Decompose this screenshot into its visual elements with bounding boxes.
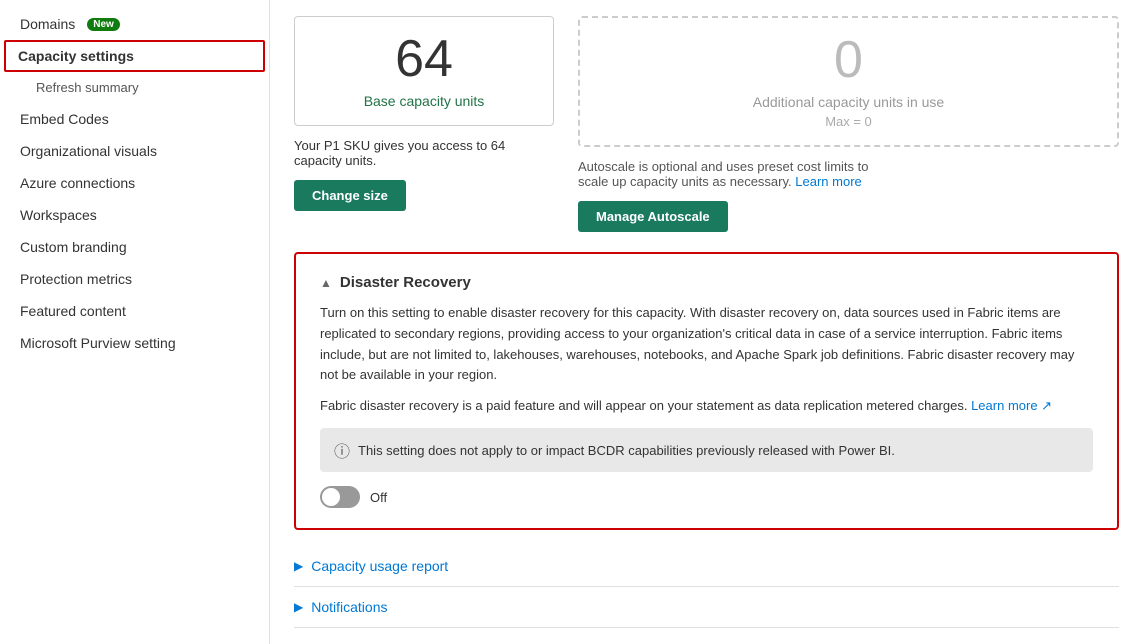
new-badge: New	[87, 18, 120, 31]
collapsible-2-label: Notifications	[311, 599, 387, 615]
sidebar-item-protection-metrics[interactable]: Protection metrics	[0, 263, 269, 295]
sidebar-item-label: Custom branding	[20, 239, 127, 255]
base-capacity-number: 64	[395, 33, 453, 85]
sidebar-item-capacity-settings[interactable]: Capacity settings	[4, 40, 265, 72]
sidebar-item-label: Embed Codes	[20, 111, 109, 127]
sidebar-item-custom-branding[interactable]: Custom branding	[0, 231, 269, 263]
sidebar-item-workspaces[interactable]: Workspaces	[0, 199, 269, 231]
sidebar-item-label: Capacity settings	[18, 48, 134, 64]
info-banner: ⓘ This setting does not apply to or impa…	[320, 428, 1093, 472]
collapse-icon[interactable]: ▲	[320, 276, 332, 290]
sidebar-item-organizational-visuals[interactable]: Organizational visuals	[0, 135, 269, 167]
toggle-label: Off	[370, 490, 387, 505]
chevron-right-icon: ▶	[294, 600, 303, 614]
disaster-recovery-title: ▲ Disaster Recovery	[320, 274, 1093, 291]
additional-capacity-label: Additional capacity units in use	[753, 94, 944, 110]
toggle-row: Off	[320, 486, 1093, 508]
card-description: Your P1 SKU gives you access to 64 capac…	[294, 138, 514, 168]
main-content: 64 Base capacity units Your P1 SKU gives…	[270, 0, 1143, 644]
change-size-button[interactable]: Change size	[294, 180, 406, 211]
sidebar-item-featured-content[interactable]: Featured content	[0, 295, 269, 327]
base-capacity-label: Base capacity units	[364, 93, 485, 109]
additional-capacity-number: 0	[834, 34, 863, 86]
sidebar-item-refresh-summary[interactable]: Refresh summary	[0, 72, 269, 103]
additional-capacity-sub: Max = 0	[825, 114, 872, 129]
sidebar-item-azure-connections[interactable]: Azure connections	[0, 167, 269, 199]
sidebar-item-label: Azure connections	[20, 175, 135, 191]
sidebar: Domains New Capacity settings Refresh su…	[0, 0, 270, 644]
sidebar-item-label: Domains	[20, 16, 75, 32]
notifications-section[interactable]: ▶ Notifications	[294, 587, 1119, 628]
base-capacity-card: 64 Base capacity units	[294, 16, 554, 126]
sidebar-item-label: Workspaces	[20, 207, 97, 223]
disaster-recovery-note: Fabric disaster recovery is a paid featu…	[320, 398, 1093, 414]
sidebar-item-label: Organizational visuals	[20, 143, 157, 159]
info-icon: ⓘ	[334, 438, 350, 462]
collapsible-1-label: Capacity usage report	[311, 558, 448, 574]
capacity-section: 64 Base capacity units Your P1 SKU gives…	[294, 16, 1119, 232]
sidebar-item-embed-codes[interactable]: Embed Codes	[0, 103, 269, 135]
disaster-recovery-toggle[interactable]	[320, 486, 360, 508]
chevron-right-icon: ▶	[294, 559, 303, 573]
sidebar-item-label: Refresh summary	[36, 80, 139, 95]
disaster-recovery-section: ▲ Disaster Recovery Turn on this setting…	[294, 252, 1119, 530]
autoscale-description: Autoscale is optional and uses preset co…	[578, 159, 898, 189]
autoscale-col: 0 Additional capacity units in use Max =…	[578, 16, 1119, 232]
sidebar-item-label: Featured content	[20, 303, 126, 319]
base-capacity-col: 64 Base capacity units Your P1 SKU gives…	[294, 16, 554, 232]
disaster-recovery-description: Turn on this setting to enable disaster …	[320, 303, 1093, 386]
manage-autoscale-button[interactable]: Manage Autoscale	[578, 201, 728, 232]
sidebar-item-microsoft-purview[interactable]: Microsoft Purview setting	[0, 327, 269, 359]
additional-capacity-card: 0 Additional capacity units in use Max =…	[578, 16, 1119, 147]
sidebar-item-label: Microsoft Purview setting	[20, 335, 176, 351]
sidebar-item-domains[interactable]: Domains New	[0, 8, 269, 40]
learn-more-link-1[interactable]: Learn more	[795, 174, 861, 189]
learn-more-link-2[interactable]: Learn more ↗	[971, 398, 1052, 413]
info-banner-text: This setting does not apply to or impact…	[358, 443, 895, 458]
capacity-usage-report-section[interactable]: ▶ Capacity usage report	[294, 546, 1119, 587]
sidebar-item-label: Protection metrics	[20, 271, 132, 287]
